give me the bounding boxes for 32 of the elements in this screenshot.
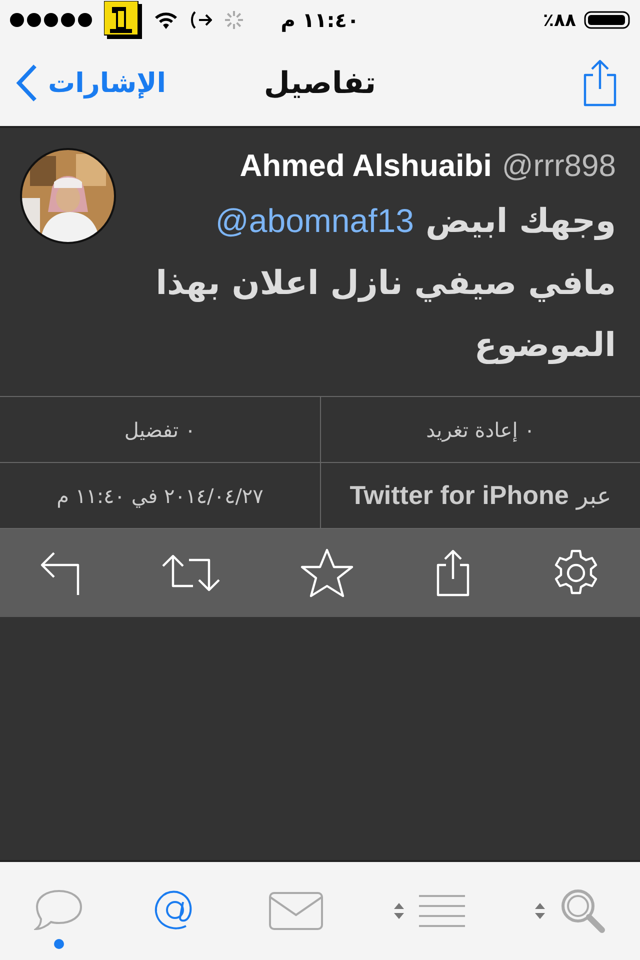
stat-count: ٠ إعادة تغريد [426, 418, 535, 442]
back-button[interactable]: الإشارات [16, 64, 166, 102]
tab-bar-item[interactable] [534, 888, 606, 934]
search-icon [560, 888, 606, 934]
status-time: ١١:٤٠ م [280, 8, 360, 32]
favorite-button[interactable] [300, 548, 354, 598]
speech-bubble-icon [34, 889, 84, 933]
tab-bar-item[interactable] [268, 891, 324, 931]
user-name: Ahmed Alshuaibi [240, 148, 492, 184]
signal-dots-icon [10, 13, 92, 27]
tweet-date: ٢٠١٤/٠٤/٢٧ في ١١:٤٠ م [56, 484, 264, 508]
reorder-icon [534, 901, 546, 921]
activity-spinner-icon [224, 10, 244, 30]
list-icon [418, 895, 465, 927]
chevron-left-icon [16, 64, 38, 102]
screen-title: تفاصيل [264, 66, 376, 100]
battery-percent: ٪٨٨ [543, 10, 576, 30]
retweet-button[interactable] [160, 552, 221, 594]
tab-bar-item[interactable] [392, 895, 465, 927]
user-handle: @rrr898 [502, 148, 616, 184]
call-forward-icon [190, 10, 212, 30]
reply-button[interactable] [40, 549, 82, 597]
reply-icon [40, 549, 82, 597]
envelope-icon [268, 891, 324, 931]
battery-icon [584, 11, 630, 29]
mention-link[interactable]: @abomnaf13 [215, 202, 414, 239]
retweet-icon [160, 552, 221, 594]
stat-count: ٠ تفضيل [124, 418, 196, 442]
carrier-logo-icon [104, 1, 142, 39]
reorder-icon [392, 901, 405, 921]
wifi-icon [154, 11, 178, 29]
star-icon [300, 548, 354, 598]
